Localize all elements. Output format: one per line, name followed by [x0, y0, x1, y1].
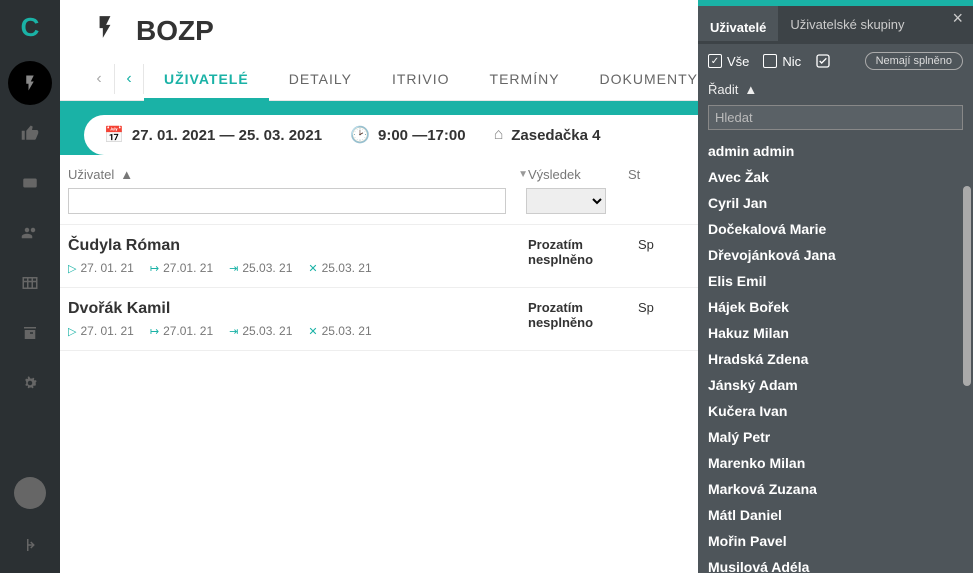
check-none[interactable]: Nic — [763, 54, 801, 69]
info-time: 🕑 9:00 —17:00 — [350, 125, 465, 145]
nav-logout-icon[interactable] — [8, 523, 52, 567]
tab-details[interactable]: DETAILY — [269, 57, 372, 101]
row-user-name: Dvořák Kamil — [68, 300, 528, 318]
drawer-tab-users[interactable]: Uživatelé — [698, 3, 778, 41]
end-icon: ⇥ — [229, 262, 238, 275]
list-item[interactable]: Cyril Jan — [708, 190, 963, 216]
checkbox-icon — [763, 54, 777, 68]
list-item[interactable]: Kučera Ivan — [708, 398, 963, 424]
search-input[interactable] — [708, 105, 963, 130]
list-item[interactable]: Marenko Milan — [708, 450, 963, 476]
tabs-back-icon[interactable]: ‹ — [84, 64, 114, 94]
list-item[interactable]: Dřevojánková Jana — [708, 242, 963, 268]
drawer-controls: ✓Vše Nic Nemají splněno — [698, 44, 973, 78]
date-range-text: 27. 01. 2021 — 25. 03. 2021 — [132, 127, 322, 144]
user-avatar[interactable] — [14, 477, 46, 509]
tab-itrivio[interactable]: ITRIVIO — [372, 57, 470, 101]
tab-users[interactable]: UŽIVATELÉ — [144, 57, 269, 101]
page-bolt-icon — [92, 14, 118, 47]
drawer-search — [708, 105, 963, 130]
missing-button[interactable]: Nemají splněno — [865, 52, 963, 70]
drawer-sort[interactable]: Řadit ▲ — [698, 78, 973, 101]
row-user-name: Čudyla Róman — [68, 237, 528, 255]
x-icon: ✕ — [308, 325, 317, 338]
list-item[interactable]: Marková Zuzana — [708, 476, 963, 502]
list-item[interactable]: Hakuz Milan — [708, 320, 963, 346]
sort-asc-icon: ▲ — [744, 82, 757, 97]
play-icon: ▷ — [68, 262, 76, 275]
calendar-icon: 📅 — [104, 125, 124, 145]
list-item[interactable]: admin admin — [708, 138, 963, 164]
scrollbar-thumb[interactable] — [963, 186, 971, 386]
list-item[interactable]: Elis Emil — [708, 268, 963, 294]
sort-asc-icon: ▲ — [120, 167, 133, 182]
clock-icon: 🕑 — [350, 125, 370, 145]
close-icon[interactable]: × — [952, 8, 963, 29]
app-logo[interactable]: C — [21, 12, 40, 43]
home-icon: ⌂ — [494, 126, 504, 144]
list-item[interactable]: Mořin Pavel — [708, 528, 963, 554]
x-icon: ✕ — [308, 262, 317, 275]
list-item[interactable]: Malý Petr — [708, 424, 963, 450]
nav-table-icon[interactable] — [8, 261, 52, 305]
row-dates: ▷27. 01. 21 ↦27.01. 21 ⇥25.03. 21 ✕25.03… — [68, 261, 528, 275]
nav-settings-icon[interactable] — [8, 361, 52, 405]
left-sidebar: C — [0, 0, 60, 573]
users-drawer: Uživatelé Uživatelské skupiny × ✓Vše Nic… — [698, 0, 973, 573]
arrow-icon: ↦ — [150, 325, 159, 338]
play-icon: ▷ — [68, 325, 76, 338]
checkbox-icon: ✓ — [708, 54, 722, 68]
list-item[interactable]: Mátl Daniel — [708, 502, 963, 528]
time-range-text: 9:00 —17:00 — [378, 127, 466, 144]
tab-terms[interactable]: TERMÍNY — [470, 57, 580, 101]
nav-archive-icon[interactable] — [8, 311, 52, 355]
nav-users-icon[interactable] — [8, 211, 52, 255]
nav-bolt-icon[interactable] — [8, 61, 52, 105]
col-result[interactable]: Výsledek — [528, 167, 628, 182]
row-dates: ▷27. 01. 21 ↦27.01. 21 ⇥25.03. 21 ✕25.03… — [68, 324, 528, 338]
row-result: Prozatímnesplněno — [528, 300, 638, 338]
location-text: Zasedačka 4 — [511, 127, 600, 144]
chevron-down-icon[interactable]: ▼ — [518, 169, 528, 180]
drawer-tabs: Uživatelé Uživatelské skupiny × — [698, 6, 973, 44]
tabs-scroll-left-icon[interactable]: ‹ — [114, 64, 144, 94]
check-all[interactable]: ✓Vše — [708, 54, 749, 69]
filter-user-input[interactable] — [68, 188, 506, 214]
nav-thumbsup-icon[interactable] — [8, 111, 52, 155]
list-item[interactable]: Hájek Bořek — [708, 294, 963, 320]
info-location: ⌂ Zasedačka 4 — [494, 126, 601, 144]
info-date: 📅 27. 01. 2021 — 25. 03. 2021 — [104, 125, 322, 145]
list-item[interactable]: Hradská Zdena — [708, 346, 963, 372]
drawer-user-list: admin admin Avec Žak Cyril Jan Dočekalov… — [698, 138, 973, 573]
list-item[interactable]: Musilová Adéla — [708, 554, 963, 573]
end-icon: ⇥ — [229, 325, 238, 338]
arrow-icon: ↦ — [150, 262, 159, 275]
row-result: Prozatímnesplněno — [528, 237, 638, 275]
filter-result-select[interactable] — [526, 188, 606, 214]
select-all-icon[interactable] — [815, 53, 831, 69]
list-item[interactable]: Dočekalová Marie — [708, 216, 963, 242]
nav-card-icon[interactable] — [8, 161, 52, 205]
list-item[interactable]: Jánský Adam — [708, 372, 963, 398]
drawer-tab-groups[interactable]: Uživatelské skupiny — [778, 6, 916, 44]
page-title: BOZP — [136, 15, 214, 47]
list-item[interactable]: Avec Žak — [708, 164, 963, 190]
col-user[interactable]: Uživatel ▲▼ — [68, 167, 528, 182]
